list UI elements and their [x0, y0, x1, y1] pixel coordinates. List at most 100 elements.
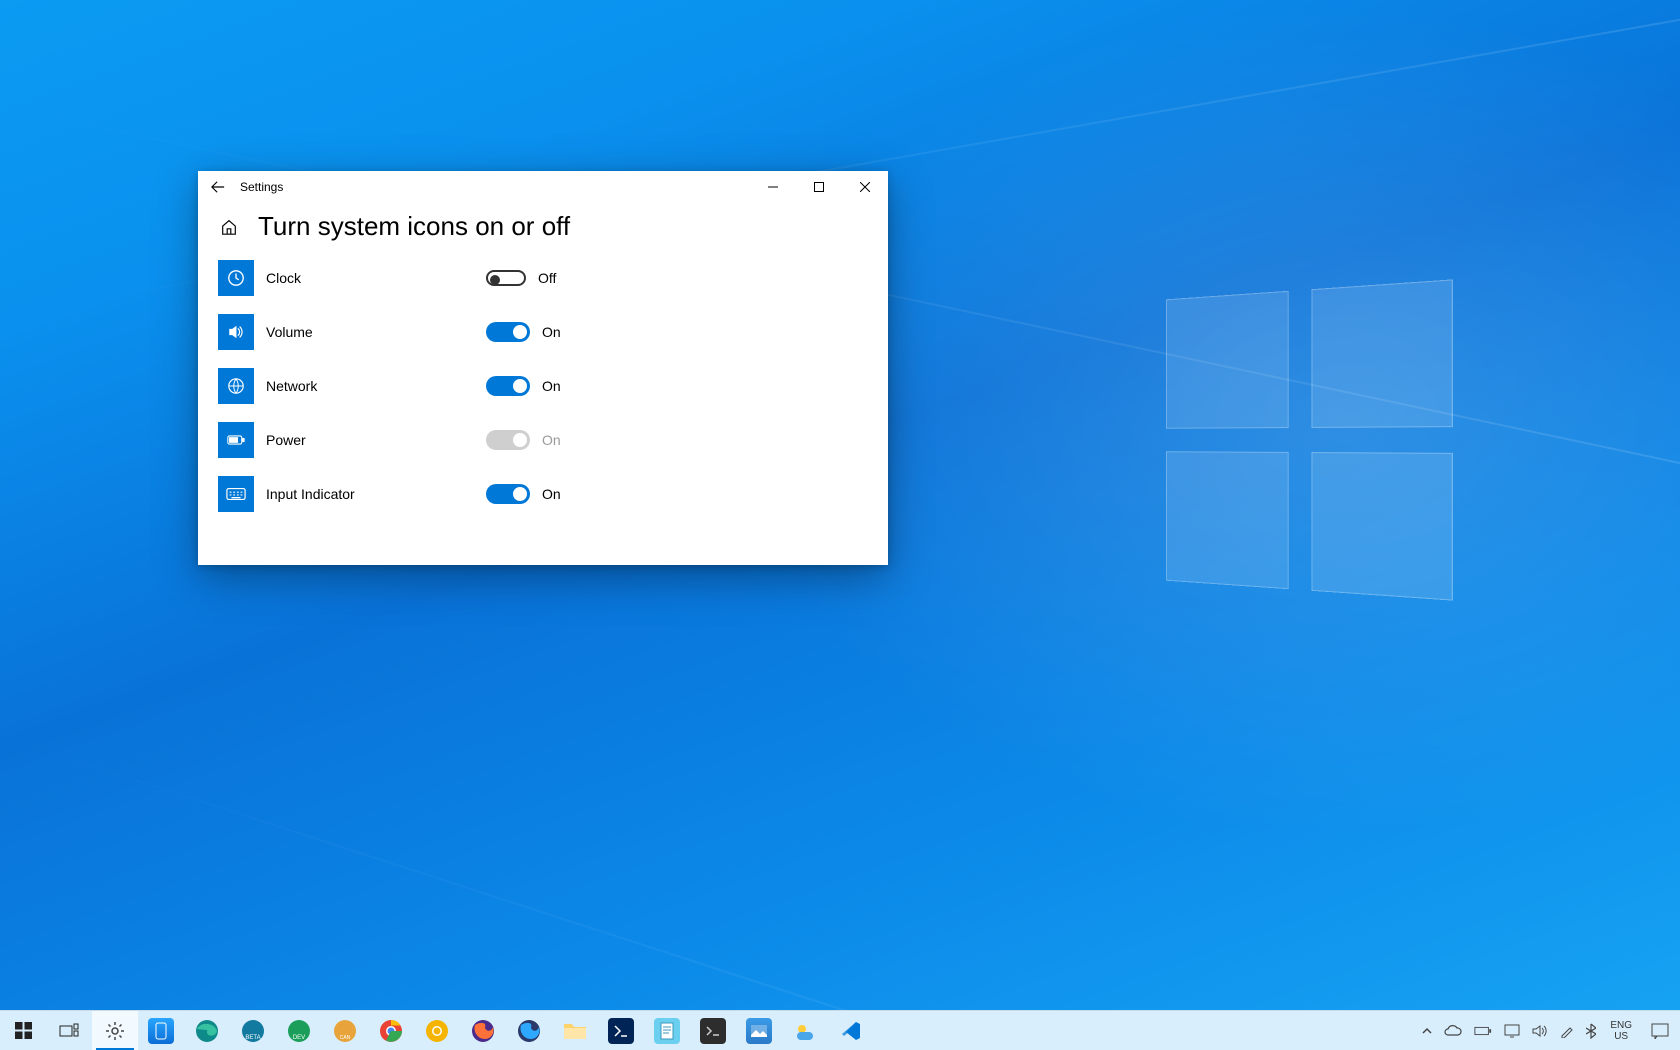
volume-icon	[218, 314, 254, 350]
toggle-input-indicator[interactable]	[486, 484, 530, 504]
notification-icon	[1651, 1023, 1669, 1039]
chrome-canary-icon	[424, 1018, 450, 1044]
close-icon	[860, 182, 870, 192]
setting-label: Input Indicator	[266, 486, 466, 502]
taskbar-app-terminal[interactable]	[690, 1011, 736, 1050]
taskbar-app-firefox-dev[interactable]	[506, 1011, 552, 1050]
tray-onedrive[interactable]	[1438, 1011, 1468, 1050]
tray-power[interactable]	[1468, 1011, 1498, 1050]
home-icon	[220, 218, 238, 236]
minimize-button[interactable]	[750, 171, 796, 203]
svg-text:BETA: BETA	[245, 1035, 260, 1041]
tray-input-indicator[interactable]: ENG US	[1602, 1011, 1640, 1050]
chevron-up-icon	[1422, 1027, 1432, 1035]
setting-label: Power	[266, 432, 466, 448]
window-title: Settings	[240, 180, 283, 194]
wallpaper-ray	[0, 735, 1680, 1050]
taskbar-app-edge[interactable]	[184, 1011, 230, 1050]
back-button[interactable]	[198, 171, 238, 203]
task-view-button[interactable]	[46, 1011, 92, 1050]
vscode-icon	[838, 1018, 864, 1044]
taskbar-app-vscode[interactable]	[828, 1011, 874, 1050]
action-center-button[interactable]	[1640, 1011, 1680, 1050]
settings-list: Clock Off Volume On Network	[198, 256, 888, 516]
toggle-power	[486, 430, 530, 450]
edge-beta-icon: BETA	[240, 1018, 266, 1044]
lang-primary: ENG	[1610, 1020, 1632, 1031]
edge-dev-icon: DEV	[286, 1018, 312, 1044]
firefox-icon	[470, 1018, 496, 1044]
folder-icon	[562, 1018, 588, 1044]
taskbar-app-photos[interactable]	[736, 1011, 782, 1050]
system-tray: ENG US	[1416, 1011, 1680, 1050]
photos-icon	[746, 1018, 772, 1044]
taskbar-app-powershell[interactable]	[598, 1011, 644, 1050]
power-icon	[218, 422, 254, 458]
taskbar-app-edge-dev[interactable]: DEV	[276, 1011, 322, 1050]
pen-icon	[1560, 1024, 1574, 1038]
home-button[interactable]	[218, 216, 240, 238]
maximize-button[interactable]	[796, 171, 842, 203]
taskbar-app-edge-beta[interactable]: BETA	[230, 1011, 276, 1050]
toggle-clock[interactable]	[486, 270, 526, 286]
windows-start-icon	[15, 1022, 32, 1039]
toggle-state-label: On	[542, 378, 561, 394]
toggle-state-label: Off	[538, 270, 556, 286]
titlebar[interactable]: Settings	[198, 171, 888, 203]
task-view-icon	[59, 1023, 79, 1039]
toggle-state-label: On	[542, 324, 561, 340]
speaker-icon	[1532, 1024, 1548, 1038]
setting-label: Clock	[266, 270, 466, 286]
phone-icon	[148, 1018, 174, 1044]
taskbar-app-firefox[interactable]	[460, 1011, 506, 1050]
bluetooth-icon	[1586, 1023, 1596, 1039]
close-button[interactable]	[842, 171, 888, 203]
setting-row-input-indicator: Input Indicator On	[218, 476, 868, 512]
taskbar-app-edge-canary[interactable]: CAN	[322, 1011, 368, 1050]
gear-icon	[105, 1021, 125, 1041]
maximize-icon	[814, 182, 824, 192]
chrome-icon	[378, 1018, 404, 1044]
network-icon	[218, 368, 254, 404]
setting-row-volume: Volume On	[218, 314, 868, 350]
cloud-icon	[1444, 1025, 1462, 1037]
taskbar-app-chrome[interactable]	[368, 1011, 414, 1050]
keyboard-icon	[218, 476, 254, 512]
toggle-volume[interactable]	[486, 322, 530, 342]
powershell-icon	[608, 1018, 634, 1044]
firefox-dev-icon	[516, 1018, 542, 1044]
page-title: Turn system icons on or off	[258, 211, 570, 242]
windows-logo-icon	[1166, 279, 1453, 600]
settings-window: Settings Turn system icons on or off Clo…	[198, 171, 888, 565]
start-button[interactable]	[0, 1011, 46, 1050]
taskbar-app-your-phone[interactable]	[138, 1011, 184, 1050]
toggle-network[interactable]	[486, 376, 530, 396]
taskbar-app-chrome-canary[interactable]	[414, 1011, 460, 1050]
tray-network[interactable]	[1498, 1011, 1526, 1050]
notepad-icon	[654, 1018, 680, 1044]
taskbar-app-file-explorer[interactable]	[552, 1011, 598, 1050]
setting-label: Volume	[266, 324, 466, 340]
taskbar-app-settings[interactable]	[92, 1011, 138, 1050]
tray-overflow-button[interactable]	[1416, 1011, 1438, 1050]
tray-bluetooth[interactable]	[1580, 1011, 1602, 1050]
lang-secondary: US	[1614, 1031, 1628, 1042]
monitor-icon	[1504, 1024, 1520, 1038]
edge-canary-icon: CAN	[332, 1018, 358, 1044]
taskbar-app-weather[interactable]	[782, 1011, 828, 1050]
toggle-state-label: On	[542, 432, 561, 448]
setting-label: Network	[266, 378, 466, 394]
svg-text:DEV: DEV	[293, 1035, 305, 1041]
battery-icon	[1474, 1025, 1492, 1037]
tray-pen[interactable]	[1554, 1011, 1580, 1050]
setting-row-power: Power On	[218, 422, 868, 458]
weather-icon	[792, 1018, 818, 1044]
arrow-left-icon	[211, 180, 225, 194]
tray-volume[interactable]	[1526, 1011, 1554, 1050]
svg-text:CAN: CAN	[340, 1035, 351, 1041]
toggle-state-label: On	[542, 486, 561, 502]
clock-icon	[218, 260, 254, 296]
setting-row-network: Network On	[218, 368, 868, 404]
taskbar-app-notepad[interactable]	[644, 1011, 690, 1050]
taskbar: BETA DEV CAN ENG US	[0, 1010, 1680, 1050]
